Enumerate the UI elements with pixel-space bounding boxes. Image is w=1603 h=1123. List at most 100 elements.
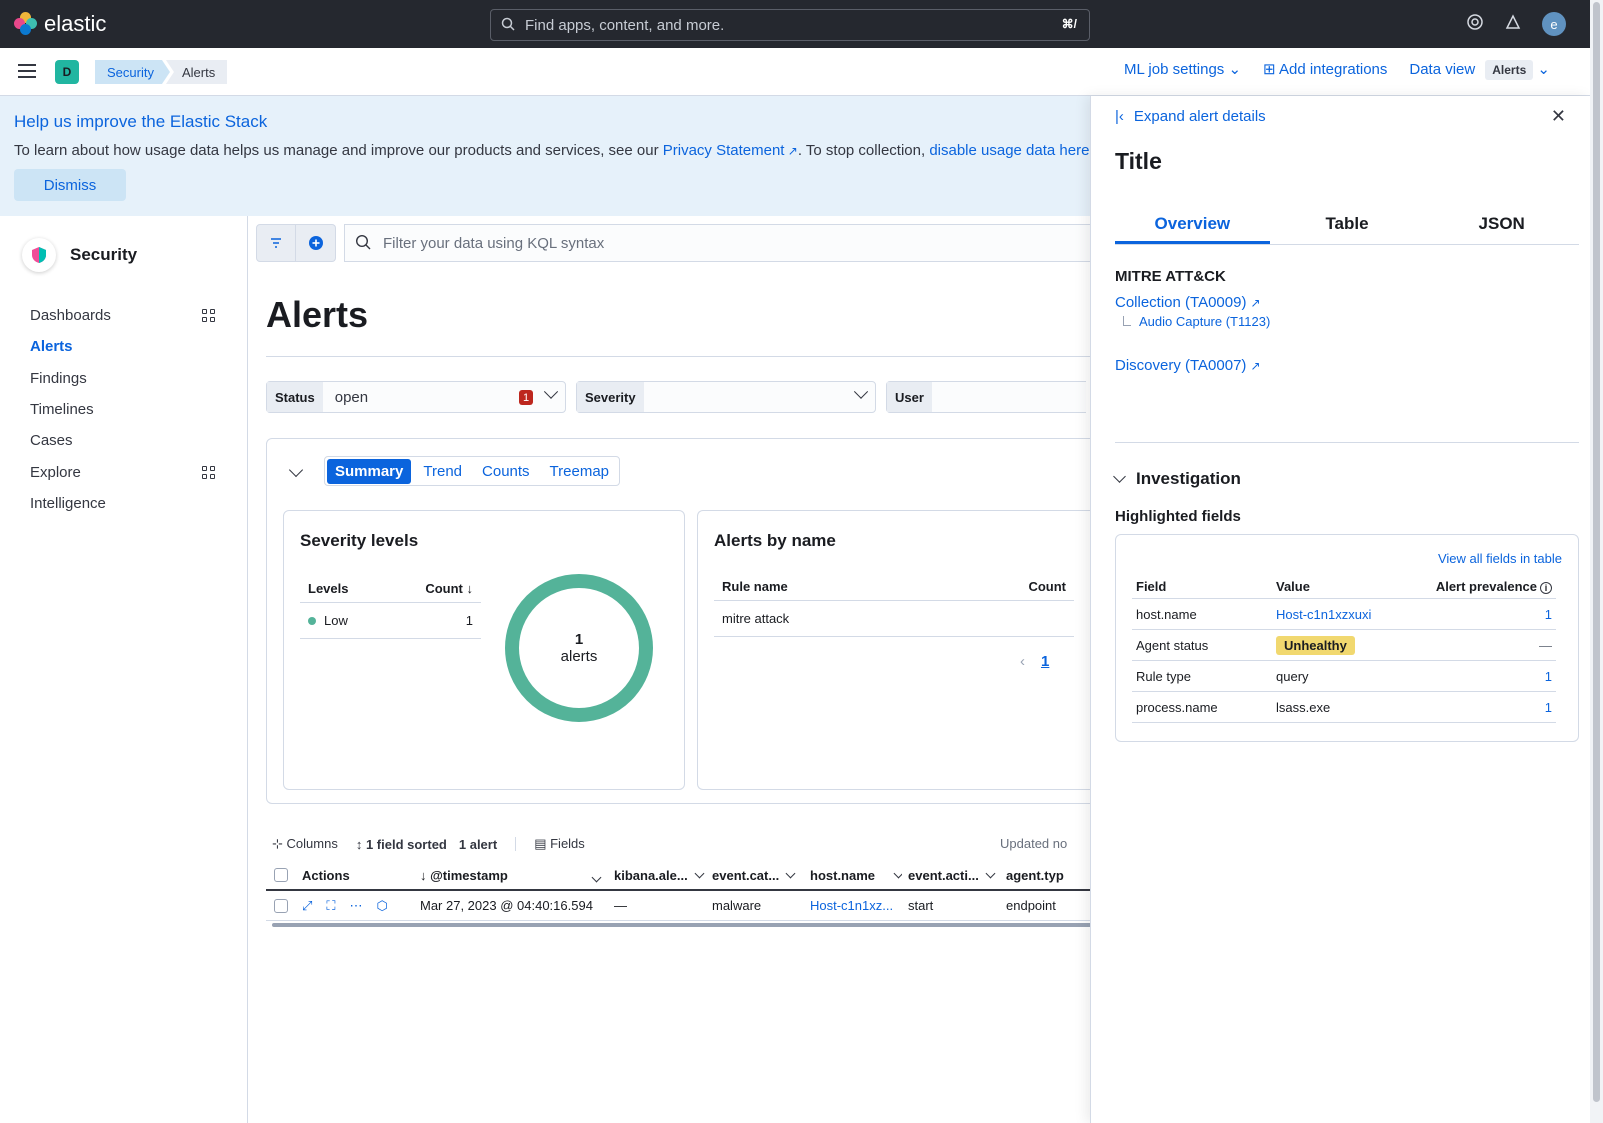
tab-trend[interactable]: Trend [415, 459, 470, 484]
status-filter[interactable]: Status open 1 [266, 381, 566, 413]
select-all-checkbox[interactable] [274, 868, 288, 882]
event-action-header[interactable]: event.acti... [902, 868, 1000, 883]
chevron-down-icon[interactable] [288, 462, 304, 478]
sidebar-item-label: Cases [30, 432, 73, 450]
ml-job-settings-button[interactable]: ML job settings ⌄ [1124, 60, 1241, 78]
technique-audio-capture-link[interactable]: Audio Capture (T1123) [1139, 314, 1270, 329]
banner-text: To learn about how usage data helps us m… [14, 142, 1089, 159]
flyout-tabs: Overview Table JSON [1115, 210, 1579, 245]
field-value-link[interactable]: Host-c1n1xzxuxi [1276, 607, 1426, 622]
chevron-down-icon [591, 872, 602, 882]
tab-json[interactable]: JSON [1424, 210, 1579, 244]
table-row: process.name lsass.exe 1 [1132, 692, 1556, 723]
sidebar-item-explore[interactable]: Explore [30, 456, 215, 487]
info-icon[interactable]: i [1540, 582, 1552, 594]
app-grid-icon[interactable] [202, 465, 215, 479]
breadcrumb-security[interactable]: Security [95, 60, 170, 84]
event-category-header[interactable]: event.cat... [706, 868, 804, 883]
dismiss-button[interactable]: Dismiss [14, 169, 126, 201]
disable-usage-link[interactable]: disable usage data here [929, 142, 1089, 159]
tab-summary[interactable]: Summary [327, 458, 412, 484]
tactic-discovery-link[interactable]: Discovery (TA0007) [1115, 357, 1246, 374]
agent-type-header[interactable]: agent.typ [1000, 868, 1080, 883]
expand-icon[interactable]: ⤢ [302, 898, 312, 914]
news-feed-icon[interactable] [1504, 13, 1522, 36]
severity-filter-label: Severity [577, 382, 644, 412]
expand-alert-details-label: Expand alert details [1133, 108, 1266, 125]
sidebar-item-alerts[interactable]: Alerts [30, 331, 215, 362]
horizontal-scrollbar[interactable] [272, 923, 1092, 927]
banner-text-start: To learn about how usage data helps us m… [14, 142, 663, 159]
kql-search-input[interactable]: Filter your data using KQL syntax [344, 224, 1096, 262]
alerts-by-name-card: Alerts by name Rule name Count mitre atta… [697, 510, 1097, 790]
user-avatar[interactable]: e [1542, 12, 1566, 36]
global-search-input[interactable]: Find apps, content, and more. ⌘/ [490, 9, 1090, 41]
host-name-cell[interactable]: Host-c1n1xz... [804, 898, 902, 913]
external-link-icon: ↗ [784, 144, 798, 158]
data-view-badge: Alerts [1485, 60, 1534, 80]
add-integrations-button[interactable]: ⊞ Add integrations [1263, 60, 1387, 78]
sidebar-title: Security [70, 245, 138, 264]
elastic-logo[interactable]: elastic [14, 11, 106, 37]
page-scrollbar[interactable] [1590, 0, 1603, 1123]
alerts-by-name-table: Rule name Count mitre attack [714, 573, 1074, 637]
sidebar-item-findings[interactable]: Findings [30, 363, 215, 394]
host-name-header[interactable]: host.name [804, 868, 902, 883]
chevron-down-icon [1113, 469, 1126, 483]
severity-filter[interactable]: Severity [576, 381, 876, 413]
tab-treemap[interactable]: Treemap [542, 459, 617, 484]
actions-header: Actions [302, 867, 350, 883]
prevalence-value[interactable]: 1 [1426, 669, 1556, 684]
row-checkbox[interactable] [274, 898, 288, 913]
app-grid-icon[interactable] [202, 309, 215, 323]
status-filter-value: open [334, 388, 369, 406]
user-filter[interactable]: User [886, 381, 1086, 413]
space-avatar[interactable]: D [55, 60, 79, 84]
count-header[interactable]: Count ↓ [425, 581, 473, 596]
fields-button[interactable]: ▤ Fields [534, 836, 585, 852]
sidebar-item-timelines[interactable]: Timelines [30, 394, 215, 425]
page-button[interactable]: 1 [1041, 653, 1049, 670]
add-filter-button[interactable] [296, 224, 336, 262]
expand-alert-details-button[interactable]: |‹ Expand alert details [1115, 108, 1266, 125]
filter-menu-button[interactable] [256, 224, 296, 262]
status-badge: Unhealthy [1276, 635, 1355, 655]
help-icon[interactable] [1466, 13, 1484, 36]
table-row: host.name Host-c1n1xzxuxi 1 [1132, 599, 1556, 630]
tab-table[interactable]: Table [1270, 210, 1425, 244]
chevron-left-icon[interactable]: ‹ [1020, 653, 1025, 670]
sidebar-item-dashboards[interactable]: Dashboards [30, 300, 215, 331]
menu-toggle-icon[interactable] [18, 64, 36, 78]
prevalence-value[interactable]: 1 [1426, 700, 1556, 715]
field-value: query [1276, 668, 1309, 684]
prevalence-value[interactable]: 1 [1426, 607, 1556, 622]
severity-levels-card: Severity levels Levels Count ↓ Low 1 1 ale… [283, 510, 685, 790]
view-all-fields-link[interactable]: View all fields in table [1438, 551, 1562, 566]
close-icon[interactable]: ✕ [1551, 106, 1566, 127]
analyze-event-icon[interactable]: ⛶ [326, 898, 335, 914]
tab-counts[interactable]: Counts [474, 459, 538, 484]
count-header[interactable]: Count [1028, 579, 1066, 594]
banner-title: Help us improve the Elastic Stack [14, 112, 268, 131]
tactic-collection-link[interactable]: Collection (TA0009) [1115, 294, 1246, 311]
privacy-statement-link[interactable]: Privacy Statement [663, 142, 785, 159]
more-actions-icon[interactable]: ⋯ [350, 898, 363, 914]
sidebar-item-cases[interactable]: Cases [30, 425, 215, 456]
secondary-header: D Security Alerts ML job settings ⌄ ⊞ Ad… [0, 48, 1590, 96]
data-view-picker[interactable]: Data view Alerts ⌄ [1409, 60, 1550, 80]
sidebar-item-intelligence[interactable]: Intelligence [30, 488, 215, 519]
search-icon [501, 17, 515, 35]
tab-overview[interactable]: Overview [1115, 210, 1270, 244]
columns-button[interactable]: ⊹ Columns [272, 836, 338, 852]
alerts-data-grid: Actions ↓ @timestamp kibana.ale... event… [266, 861, 1096, 921]
divider [266, 356, 1096, 357]
scrollbar-thumb[interactable] [1593, 2, 1600, 1102]
mitre-heading: MITRE ATT&CK [1115, 268, 1226, 285]
investigation-section-toggle[interactable]: Investigation [1113, 469, 1241, 489]
sort-button[interactable]: ↕ 1 field sorted [356, 837, 447, 852]
kibana-alert-header[interactable]: kibana.ale... [608, 868, 706, 883]
timestamp-header[interactable]: ↓ @timestamp [414, 868, 608, 883]
prevalence-header: Alert prevalence i [1426, 579, 1556, 594]
banner-text-end: . To stop collection, [797, 142, 930, 159]
session-view-icon[interactable]: ⬡ [377, 898, 388, 914]
